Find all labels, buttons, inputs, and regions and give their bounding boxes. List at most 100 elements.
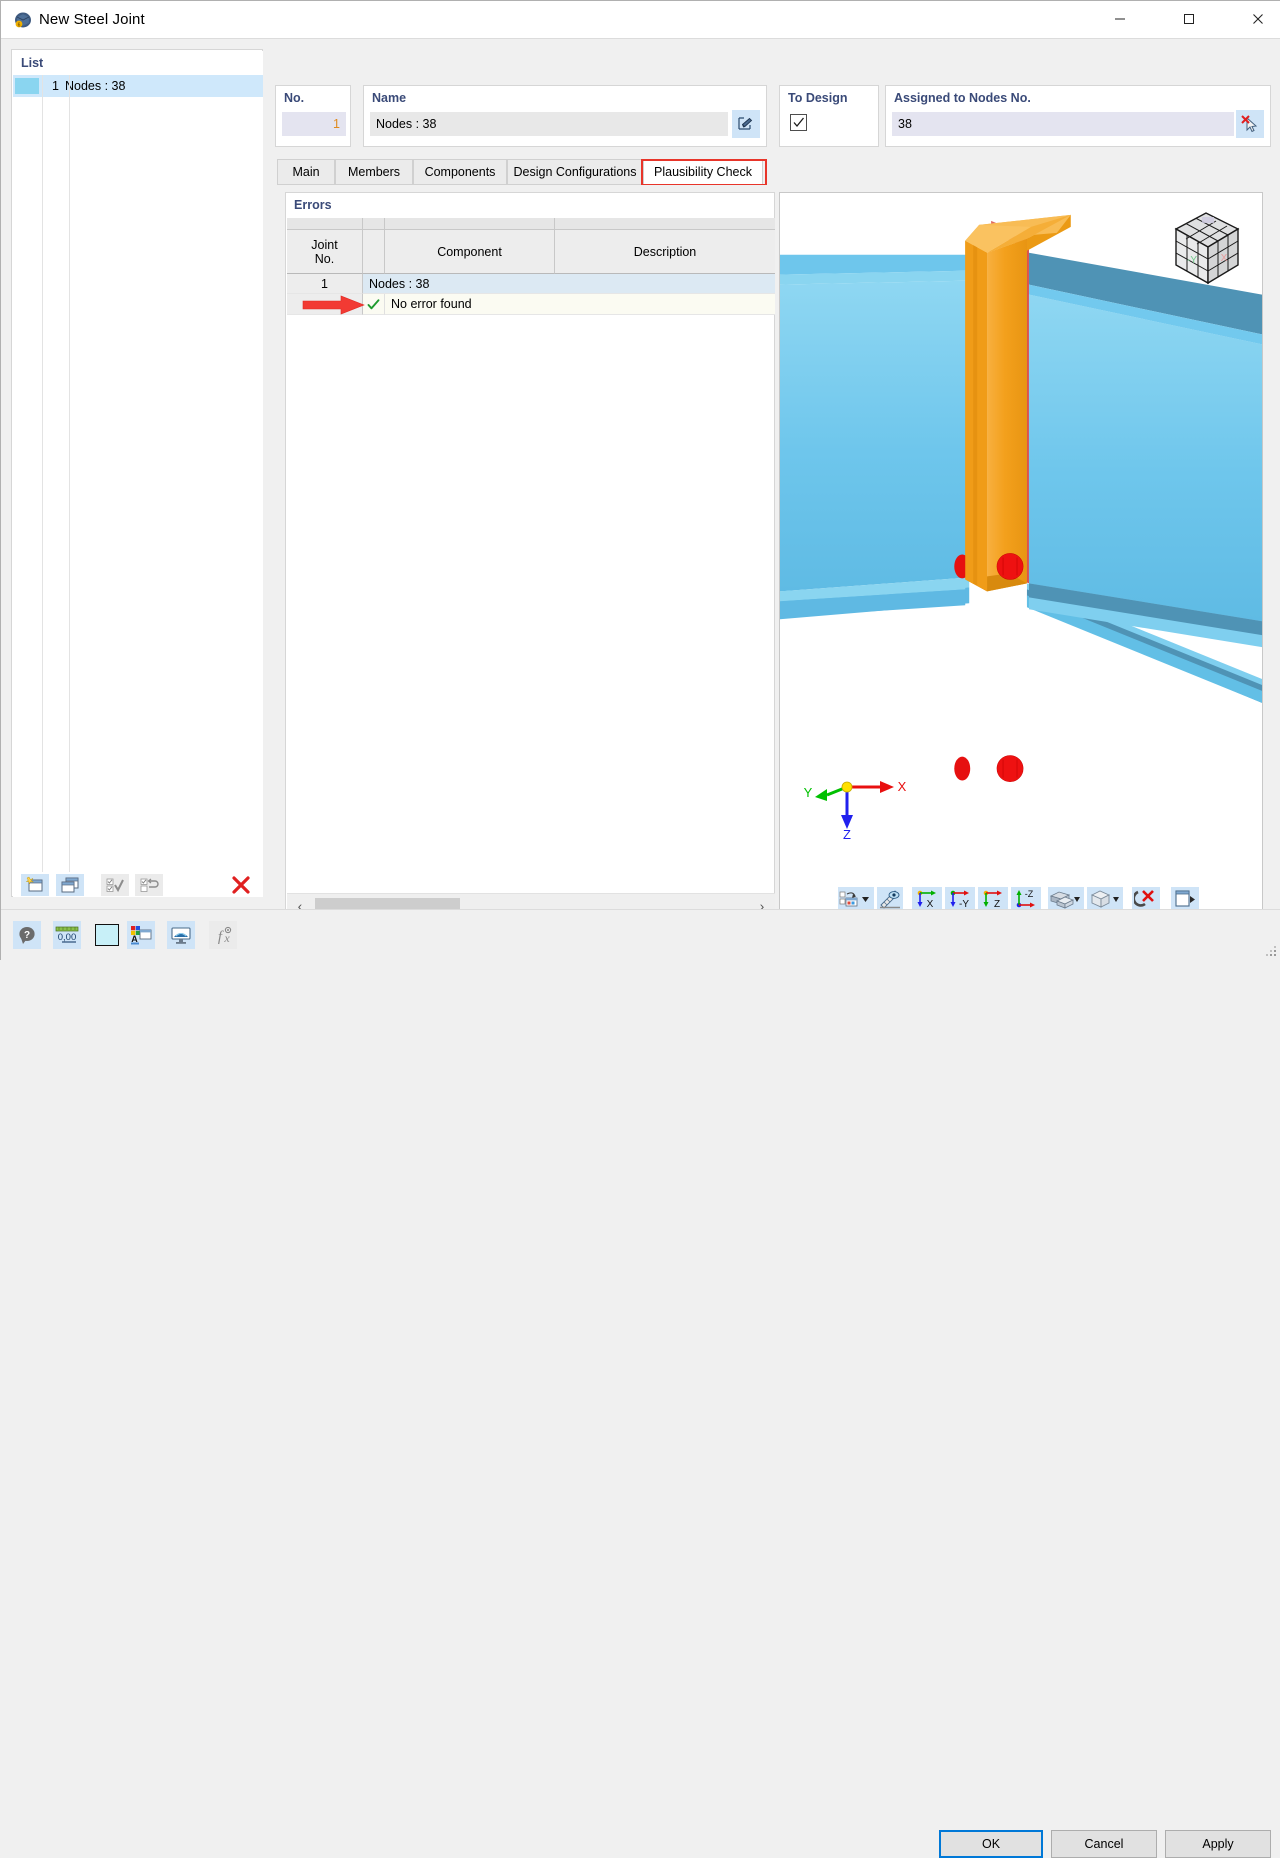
tab-components[interactable]: Components: [413, 159, 507, 185]
edit-pencil-icon: [736, 115, 756, 133]
help-bubble-icon: ?: [17, 925, 37, 945]
check-all-icon: [105, 876, 125, 894]
select-all-button[interactable]: [101, 874, 129, 896]
new-window-icon: [25, 876, 45, 894]
svg-text:f: f: [218, 929, 224, 945]
units-button[interactable]: 0,00: [53, 921, 81, 949]
svg-text:?: ?: [24, 930, 30, 941]
ruler-eye-icon: [879, 889, 901, 909]
tab-members[interactable]: Members: [335, 159, 413, 185]
ok-button[interactable]: OK: [939, 1830, 1043, 1858]
errors-filter-strip-component[interactable]: [385, 218, 555, 230]
pick-cursor-clear-icon: [1240, 114, 1260, 134]
view-in-y-button[interactable]: -Y: [945, 887, 975, 911]
measure-button[interactable]: [877, 887, 903, 911]
checkmark-icon: [792, 116, 805, 129]
errors-header-joint-no[interactable]: Joint No.: [287, 230, 363, 274]
list-panel-title: List: [21, 56, 43, 70]
tab-plausibility-check[interactable]: Plausibility Check: [643, 159, 763, 185]
tab-main[interactable]: Main: [277, 159, 335, 185]
errors-filter-strip-description[interactable]: [555, 218, 775, 230]
tab-strip: Main Members Components Design Configura…: [277, 159, 1271, 185]
axis-label-z: Z: [843, 827, 851, 839]
errors-title: Errors: [294, 198, 332, 212]
new-joint-button[interactable]: [21, 874, 49, 896]
list-column-divider-2: [69, 75, 70, 895]
svg-text:6: 6: [18, 22, 21, 28]
cursor-red-x-icon: [1134, 889, 1158, 909]
apply-button[interactable]: Apply: [1165, 1830, 1271, 1858]
table-row-group-joint-no: 1: [287, 274, 363, 294]
color-swatch-icon: [95, 924, 119, 946]
svg-text:Z: Z: [994, 899, 1000, 909]
view-in-neg-z-button[interactable]: -Z: [1011, 887, 1041, 911]
to-design-label: To Design: [788, 91, 848, 105]
axis-label-y: Y: [804, 785, 813, 800]
help-button[interactable]: ?: [13, 921, 41, 949]
resize-grip[interactable]: [1266, 946, 1278, 958]
number-label: No.: [284, 91, 304, 105]
table-row-group-component: Nodes : 38: [363, 274, 775, 294]
display-options-button[interactable]: A: [127, 921, 155, 949]
list-item[interactable]: 1 Nodes : 38: [13, 75, 263, 97]
render-mode-button[interactable]: [1048, 887, 1084, 911]
axis-neg-z-icon: -Z: [1013, 889, 1039, 909]
number-input[interactable]: 1: [282, 112, 346, 136]
plausibility-check-panel: Errors Joint No. Component: [277, 185, 1271, 927]
axis-z-icon: Z: [980, 889, 1006, 909]
red-arrow-pointer: [301, 295, 367, 315]
assigned-nodes-input[interactable]: 38: [892, 112, 1234, 136]
projection-button[interactable]: [1087, 887, 1123, 911]
errors-table: Joint No. Component Description 1 Nodes …: [287, 218, 775, 892]
3d-view[interactable]: -Y X X Y Z: [779, 192, 1263, 918]
maximize-icon: [1183, 13, 1195, 25]
invert-selection-button[interactable]: [135, 874, 163, 896]
errors-filter-strip-joint[interactable]: [287, 218, 363, 230]
fx-icon: f x: [212, 925, 234, 945]
graphic-settings-button[interactable]: [167, 921, 195, 949]
display-properties-icon: [839, 889, 871, 909]
svg-text:-Y: -Y: [959, 899, 969, 909]
maximize-button[interactable]: [1166, 1, 1212, 37]
display-properties-button[interactable]: [838, 887, 874, 911]
view-in-z-button[interactable]: Z: [978, 887, 1008, 911]
clear-selection-button[interactable]: [1132, 887, 1160, 911]
invert-selection-icon: [139, 876, 159, 894]
dialog-content: List 1 Nodes : 38: [1, 39, 1280, 909]
cancel-button[interactable]: Cancel: [1051, 1830, 1157, 1858]
errors-header-component[interactable]: Component: [385, 230, 555, 274]
panel-toggle-button[interactable]: [1171, 887, 1199, 911]
axis-y-icon: -Y: [947, 889, 973, 909]
assigned-nodes-pick-button[interactable]: [1236, 110, 1264, 138]
axis-indicator: X Y Z: [802, 769, 912, 839]
svg-text:-Y: -Y: [1187, 255, 1197, 266]
to-design-checkbox[interactable]: [790, 114, 807, 131]
solid-blocks-icon: [1049, 889, 1081, 909]
assigned-nodes-panel: Assigned to Nodes No. 38: [885, 85, 1271, 147]
svg-text:X: X: [1221, 253, 1228, 264]
green-check-icon: [367, 298, 380, 311]
list-toolbar: [13, 872, 263, 897]
color-swatch-button[interactable]: [93, 921, 121, 949]
errors-filter-strip-status[interactable]: [363, 218, 385, 230]
red-x-icon: [231, 875, 251, 895]
name-edit-button[interactable]: [732, 110, 760, 138]
window-title: New Steel Joint: [39, 11, 145, 28]
name-input[interactable]: Nodes : 38: [370, 112, 728, 136]
minimize-button[interactable]: [1097, 1, 1143, 37]
decimal-places-icon: 0,00: [55, 925, 79, 945]
close-button[interactable]: [1235, 1, 1280, 37]
view-in-x-button[interactable]: X: [912, 887, 942, 911]
tab-design-configurations[interactable]: Design Configurations: [507, 159, 643, 185]
delete-joint-button[interactable]: [227, 874, 255, 896]
copy-joint-button[interactable]: [56, 874, 84, 896]
view-cube[interactable]: -Y X: [1162, 203, 1250, 291]
errors-header-description[interactable]: Description: [555, 230, 775, 274]
svg-text:x: x: [223, 931, 230, 945]
color-palette-window-icon: A: [130, 925, 152, 945]
list-item-label: Nodes : 38: [65, 79, 125, 93]
formula-button[interactable]: f x: [209, 921, 237, 949]
steel-joint-app-icon: 6: [13, 10, 33, 30]
to-design-panel: To Design: [779, 85, 879, 147]
errors-header-status[interactable]: [363, 230, 385, 274]
